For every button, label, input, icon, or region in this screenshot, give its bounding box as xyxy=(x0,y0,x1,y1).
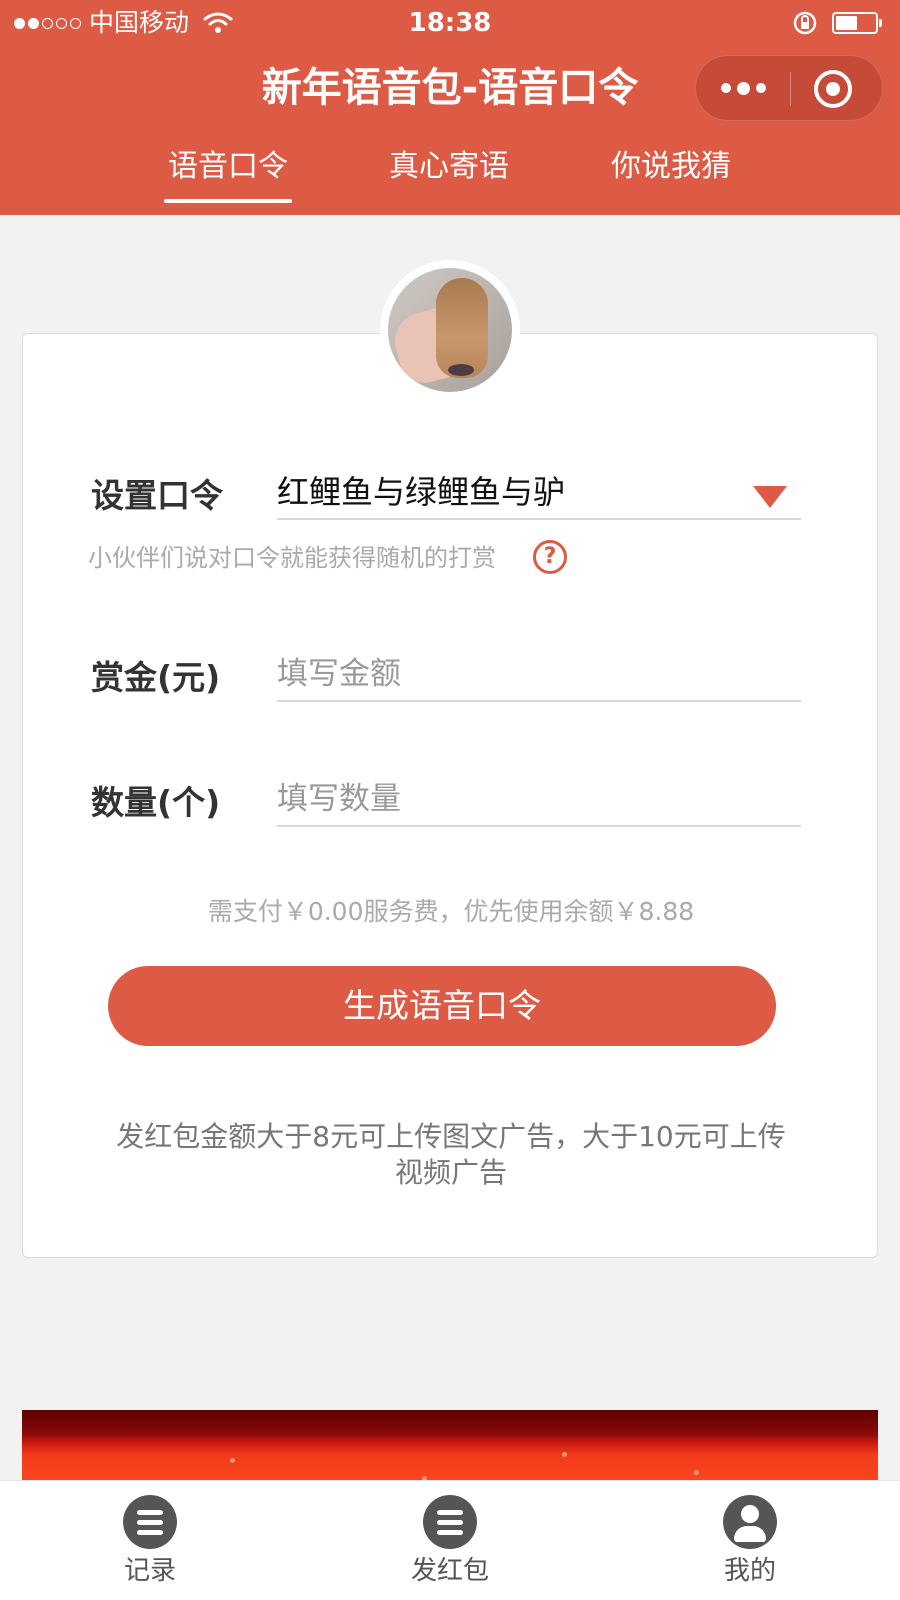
command-label: 设置口令 xyxy=(91,476,223,515)
tab-heartfelt-message[interactable]: 真心寄语 xyxy=(381,145,517,189)
tab-guess-game[interactable]: 你说我猜 xyxy=(603,145,739,189)
tab-voice-command[interactable]: 语音口令 xyxy=(160,145,296,189)
generate-voice-command-button[interactable]: 生成语音口令 xyxy=(108,966,776,1046)
mini-program-capsule xyxy=(695,55,883,121)
tabbar-label-send-red-packet: 发红包 xyxy=(410,1556,489,1586)
reward-input[interactable]: 填写金额 xyxy=(277,652,801,702)
avatar-photo xyxy=(388,268,512,392)
promo-banner[interactable] xyxy=(22,1410,878,1490)
form-card: 设置口令 红鲤鱼与绿鲤鱼与驴 小伙伴们说对口令就能获得随机的打赏 ? 赏金(元)… xyxy=(22,333,878,1258)
command-select[interactable]: 红鲤鱼与绿鲤鱼与驴 xyxy=(277,470,801,520)
fee-notice: 需支付￥0.00服务费，优先使用余额￥8.88 xyxy=(207,897,695,926)
reward-placeholder: 填写金额 xyxy=(277,656,401,692)
rotation-lock-icon xyxy=(793,11,817,35)
mini-program-close-icon[interactable] xyxy=(814,70,852,108)
bottom-tab-bar: 记录 发红包 我的 xyxy=(0,1480,900,1600)
tabbar-item-mine[interactable]: 我的 xyxy=(650,1495,850,1589)
quantity-label: 数量(个) xyxy=(91,783,221,822)
ad-upload-note: 发红包金额大于8元可上传图文广告，大于10元可上传视频广告 xyxy=(116,1120,786,1189)
tabbar-item-records[interactable]: 记录 xyxy=(50,1495,250,1589)
command-value: 红鲤鱼与绿鲤鱼与驴 xyxy=(277,473,566,511)
user-icon xyxy=(723,1495,777,1549)
help-icon[interactable]: ? xyxy=(533,540,567,574)
status-time: 18:38 xyxy=(408,8,492,38)
active-tab-indicator xyxy=(164,199,292,203)
top-tabs: 语音口令 真心寄语 你说我猜 xyxy=(0,145,900,215)
tabbar-label-records: 记录 xyxy=(123,1556,176,1586)
list-icon xyxy=(423,1495,477,1549)
quantity-placeholder: 填写数量 xyxy=(277,781,401,817)
capsule-divider xyxy=(790,72,791,106)
quantity-input[interactable]: 填写数量 xyxy=(277,777,801,827)
status-right xyxy=(792,10,882,36)
status-bar: 中国移动 18:38 xyxy=(0,0,900,46)
reward-label: 赏金(元) xyxy=(91,658,221,697)
tabbar-item-send-red-packet[interactable]: 发红包 xyxy=(350,1495,550,1589)
battery-icon xyxy=(832,12,882,34)
tabbar-label-mine: 我的 xyxy=(723,1556,776,1586)
more-dots-icon[interactable] xyxy=(696,56,790,120)
header-bar: 中国移动 18:38 新年语音包-语音口令 语音口令 真心寄语 你说我猜 xyxy=(0,0,900,215)
avatar xyxy=(380,260,520,400)
list-icon xyxy=(123,1495,177,1549)
command-hint: 小伙伴们说对口令就能获得随机的打赏 xyxy=(88,544,496,572)
dropdown-triangle-icon[interactable] xyxy=(753,486,787,508)
